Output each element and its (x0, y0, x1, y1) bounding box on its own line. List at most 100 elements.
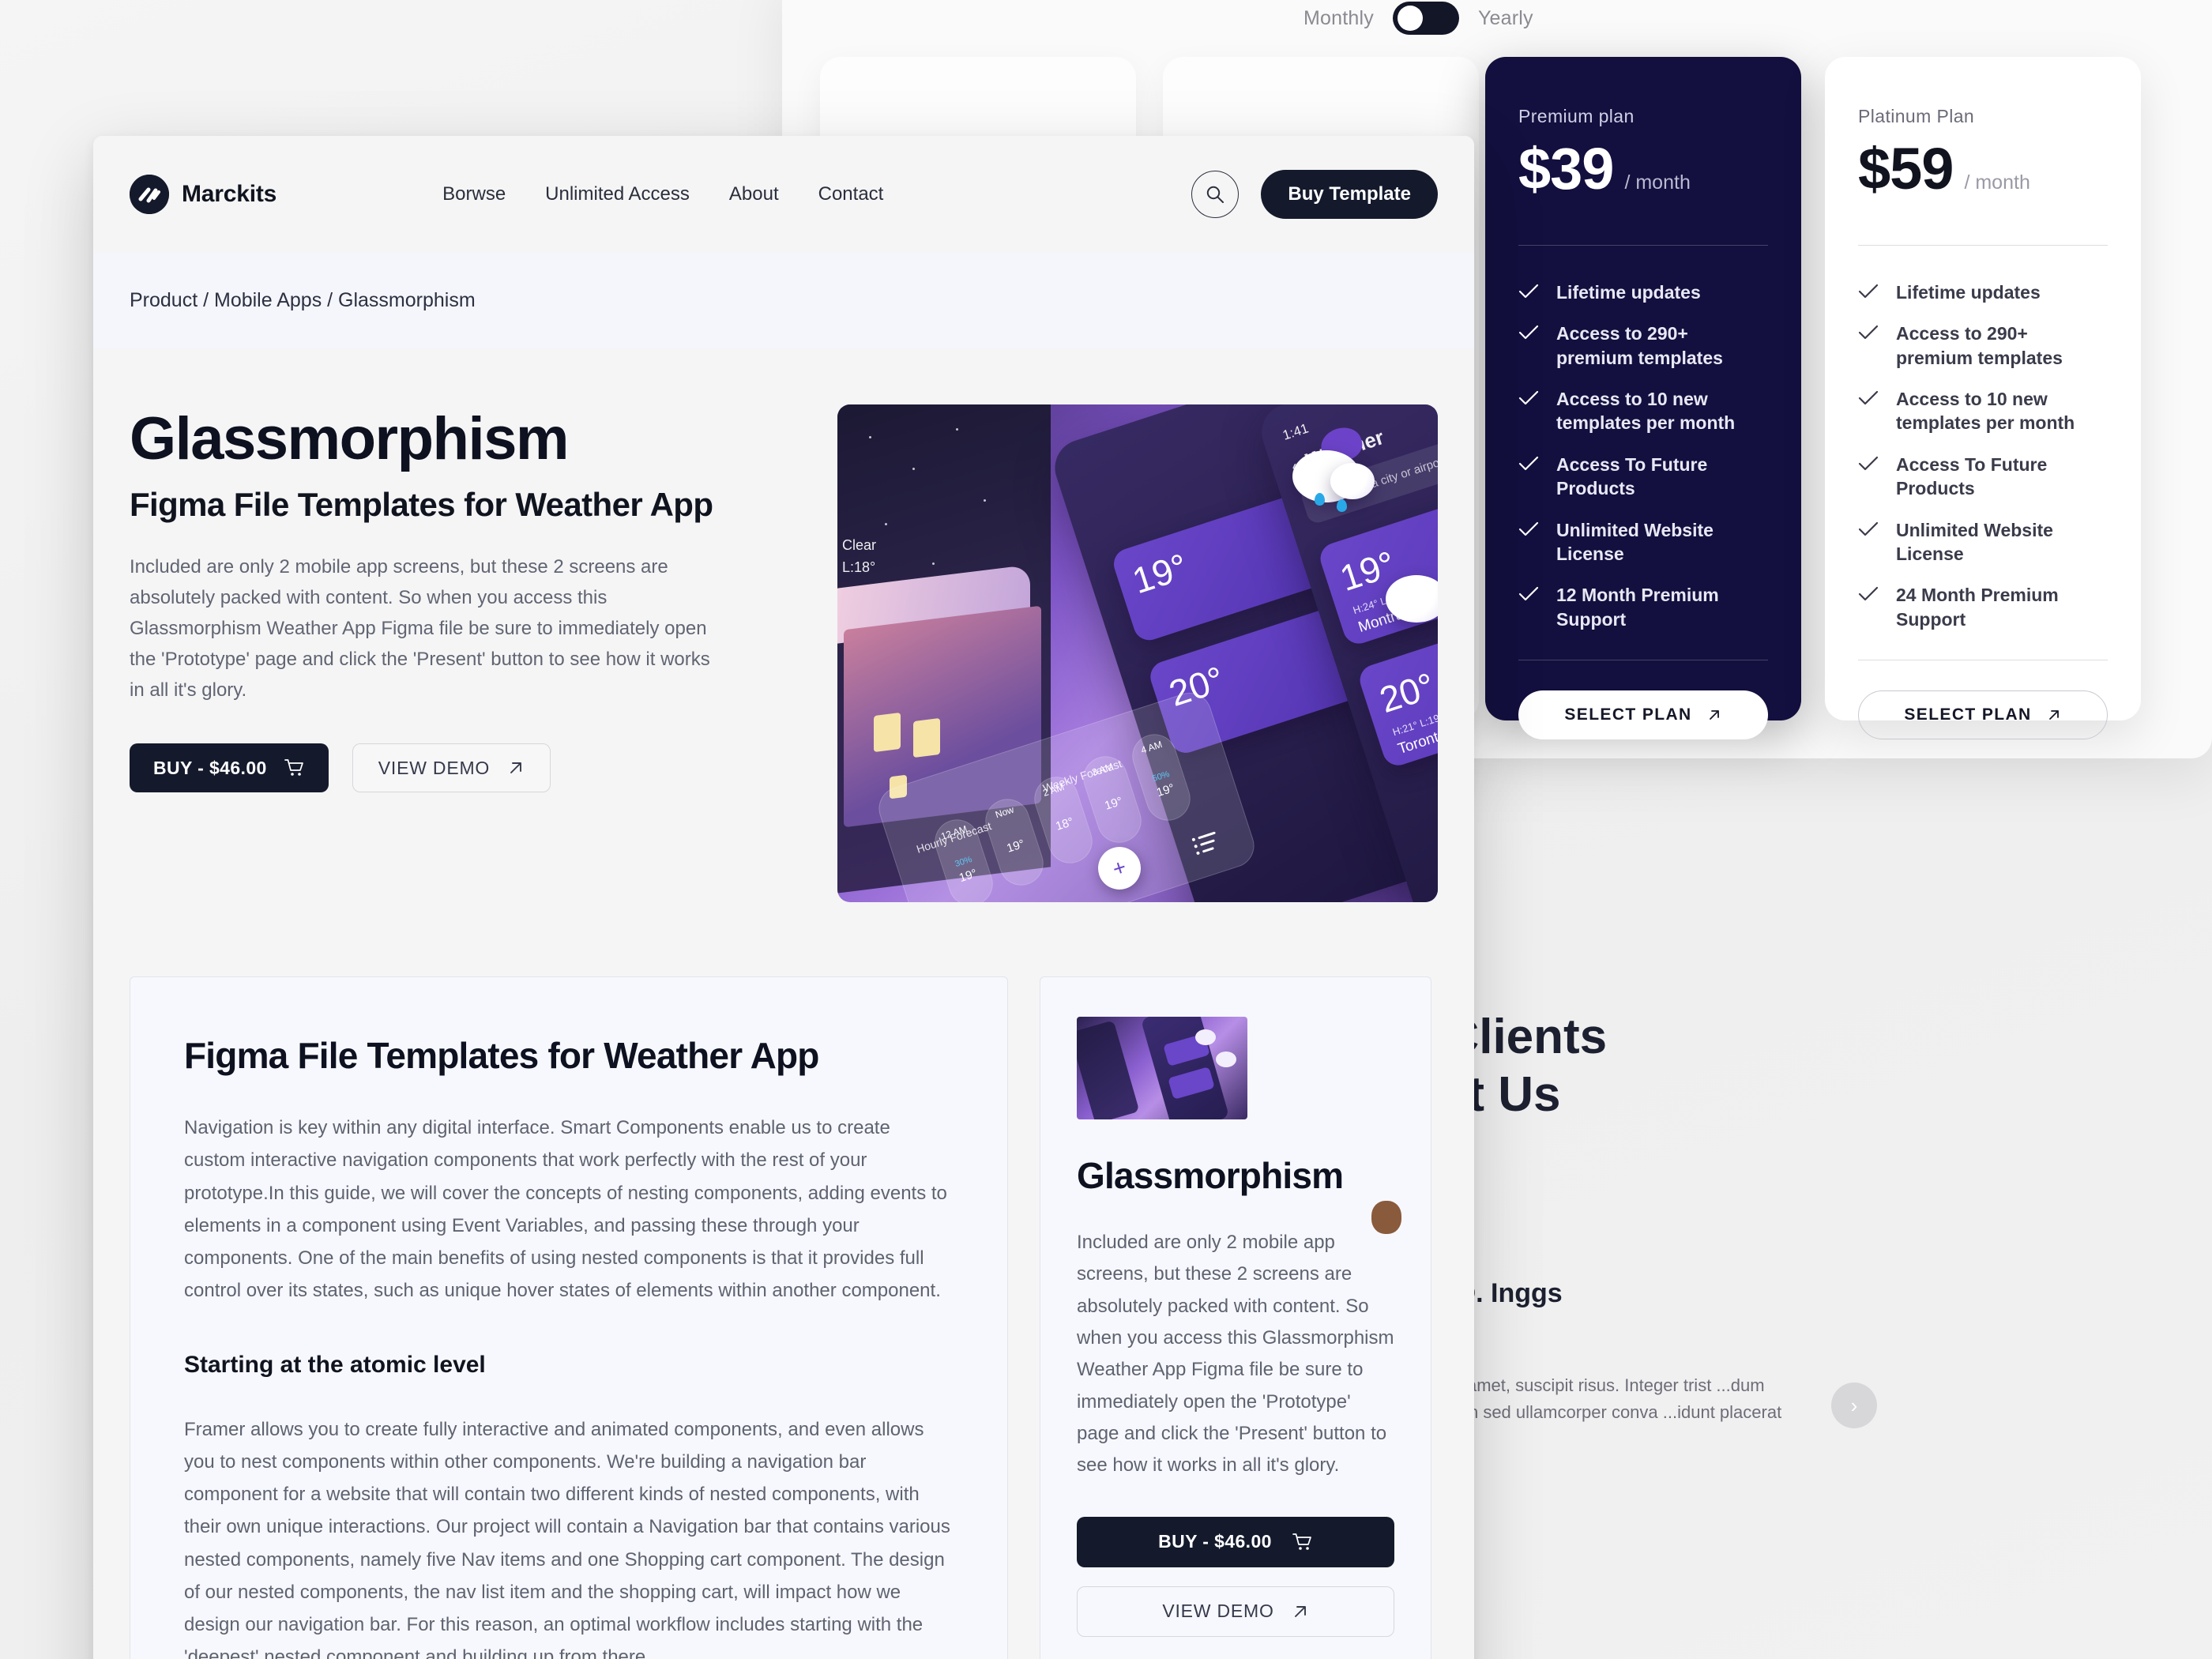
plan-feature: Unlimited Website License (1858, 518, 2108, 566)
preview-hour-temp: 19° (1103, 794, 1125, 813)
pricing-card-platinum[interactable]: Platinum Plan $59 / month Lifetime updat… (1825, 57, 2141, 739)
billing-monthly-label: Monthly (1304, 6, 1374, 29)
nav-link-unlimited-access[interactable]: Unlimited Access (545, 183, 690, 205)
plan-period: / month (1624, 171, 1691, 194)
plan-name: Platinum Plan (1858, 106, 1975, 126)
brand-name: Marckits (182, 181, 277, 207)
check-icon (1858, 390, 1879, 406)
plan-price-row: $39 / month (1518, 135, 1768, 202)
preview-hour-temp: 18° (1054, 814, 1076, 833)
plan-feature: Access to 10 new templates per month (1858, 387, 2108, 435)
plan-feature: Access to 290+ premium templates (1858, 322, 2108, 370)
plan-name: Premium plan (1518, 106, 1635, 126)
search-icon (1205, 184, 1225, 205)
divider (1518, 245, 1768, 246)
plan-feature: 24 Month Premium Support (1858, 583, 2108, 631)
select-plan-label: SELECT PLAN (1904, 705, 2032, 724)
plan-feature-label: Access to 10 new templates per month (1896, 389, 2075, 434)
sidebar-view-demo-button[interactable]: VIEW DEMO (1077, 1586, 1394, 1637)
check-icon (1518, 456, 1539, 472)
check-icon (1518, 390, 1539, 406)
plan-feature: Access To Future Products (1518, 453, 1768, 501)
nav-link-browse[interactable]: Borwse (442, 183, 506, 205)
plan-feature-label: 12 Month Premium Support (1556, 585, 1719, 630)
arrow-up-right-icon (1706, 707, 1722, 723)
sidebar-buy-label: BUY - $46.00 (1158, 1531, 1272, 1552)
plan-feature: Lifetime updates (1518, 280, 1768, 304)
article-paragraph-2: Framer allows you to create fully intera… (184, 1418, 950, 1659)
marckits-logo-icon (130, 175, 169, 214)
product-preview-image[interactable]: Clear L:18° 19° 20° 1:41 Weather (837, 404, 1438, 902)
testimonial-next-button[interactable]: › (1831, 1382, 1877, 1428)
pricing-card-premium[interactable]: Premium plan $39 / month Lifetime update… (1485, 57, 1801, 739)
plan-feature: 12 Month Premium Support (1518, 583, 1768, 631)
sidebar-product-title: Glassmorphism (1077, 1155, 1344, 1196)
plan-feature-label: 24 Month Premium Support (1896, 585, 2059, 630)
preview-left-condition: Clear (842, 537, 877, 553)
plan-price: $39 (1518, 136, 1614, 201)
preview-cloud-icon (1330, 463, 1375, 499)
hero-view-demo-button[interactable]: VIEW DEMO (352, 743, 551, 793)
divider (1858, 245, 2108, 246)
article-paragraph-1: Navigation is key within any digital int… (184, 1117, 947, 1302)
nav-link-about[interactable]: About (729, 183, 779, 205)
hero-description: Included are only 2 mobile app screens, … (130, 556, 710, 701)
check-icon (1858, 456, 1879, 472)
arrow-up-right-icon (1292, 1603, 1309, 1620)
plan-feature: Access To Future Products (1858, 453, 2108, 501)
select-plan-button[interactable]: SELECT PLAN (1858, 690, 2108, 739)
select-plan-label: SELECT PLAN (1564, 705, 1692, 724)
header-actions: Buy Template (1191, 170, 1438, 219)
hero-text-column: Glassmorphism Figma File Templates for W… (130, 404, 806, 902)
shopping-cart-icon (284, 758, 305, 777)
plan-period: / month (1964, 171, 2030, 194)
product-thumbnail[interactable] (1077, 1017, 1247, 1119)
arrow-up-right-icon (2046, 707, 2062, 723)
plan-feature: Unlimited Website License (1518, 518, 1768, 566)
sidebar-buy-button[interactable]: BUY - $46.00 (1077, 1516, 1394, 1567)
check-icon (1518, 586, 1539, 602)
page-subtitle: Figma File Templates for Weather App (130, 486, 713, 523)
plan-feature: Access to 290+ premium templates (1518, 322, 1768, 370)
billing-yearly-label: Yearly (1477, 6, 1533, 29)
check-icon (1858, 325, 1879, 340)
hero-actions: BUY - $46.00 VIEW DEMO (130, 743, 806, 793)
product-hero: Glassmorphism Figma File Templates for W… (93, 348, 1474, 902)
breadcrumb-bar: Product / Mobile Apps / Glassmorphism (93, 253, 1474, 348)
sidebar-product-description: Included are only 2 mobile app screens, … (1077, 1232, 1394, 1477)
check-icon (1858, 586, 1879, 602)
screen: Monthly Yearly Premium plan $39 / month (0, 0, 2212, 1659)
plan-feature-label: Lifetime updates (1896, 282, 2041, 303)
plan-feature-label: Lifetime updates (1556, 282, 1701, 303)
check-icon (1518, 325, 1539, 340)
check-icon (1518, 521, 1539, 537)
search-button[interactable] (1191, 171, 1240, 218)
preview-status-time: 1:41 (1281, 420, 1311, 443)
plan-feature-label: Unlimited Website License (1556, 519, 1714, 564)
article-card: Figma File Templates for Weather App Nav… (130, 976, 1008, 1659)
sidebar-demo-label: VIEW DEMO (1162, 1601, 1274, 1621)
toggle-knob (1397, 6, 1423, 31)
plan-feature-label: Access to 10 new templates per month (1556, 389, 1736, 434)
hero-buy-button[interactable]: BUY - $46.00 (130, 743, 329, 793)
chevron-right-icon: › (1850, 1393, 1858, 1417)
product-summary-card: Glassmorphism Included are only 2 mobile… (1040, 976, 1431, 1659)
buy-template-label: Buy Template (1288, 183, 1411, 205)
plan-price: $59 (1858, 136, 1954, 201)
billing-toggle-switch[interactable] (1392, 2, 1459, 35)
shopping-cart-icon (1292, 1533, 1313, 1552)
arrow-up-right-icon (507, 759, 525, 777)
select-plan-button[interactable]: SELECT PLAN (1518, 690, 1768, 739)
hero-demo-label: VIEW DEMO (378, 757, 491, 778)
plan-feature-label: Access to 290+ premium templates (1556, 323, 1723, 368)
buy-template-button[interactable]: Buy Template (1261, 170, 1438, 219)
brand-logo[interactable]: Marckits (130, 175, 276, 214)
nav-link-contact[interactable]: Contact (818, 183, 884, 205)
breadcrumb[interactable]: Product / Mobile Apps / Glassmorphism (130, 289, 476, 312)
plan-feature-label: Access To Future Products (1556, 453, 1708, 499)
plan-price-row: $59 / month (1858, 135, 2108, 202)
plan-feature: Lifetime updates (1858, 280, 2108, 304)
plan-feature-label: Unlimited Website License (1896, 519, 2053, 564)
billing-period-toggle[interactable]: Monthly Yearly (1304, 2, 1533, 35)
article-title: Figma File Templates for Weather App (184, 1035, 819, 1076)
